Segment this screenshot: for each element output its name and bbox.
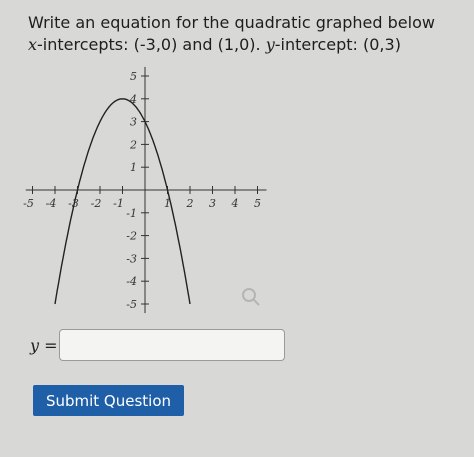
x-tick-label: -4 (46, 197, 57, 210)
x-tick-label: 3 (209, 197, 216, 210)
y-tick-label: -3 (126, 252, 137, 265)
y-tick-label: -5 (126, 298, 137, 311)
x-tick-label: -5 (23, 197, 34, 210)
x-tick-label: -1 (113, 197, 124, 210)
y-tick-label: 5 (130, 70, 137, 83)
answer-input[interactable] (59, 329, 285, 361)
answer-label: y = (30, 336, 58, 355)
magnifier-icon[interactable] (242, 288, 260, 306)
graph-axes (25, 66, 267, 314)
y-tick-label: 1 (130, 161, 137, 174)
y-tick-label: -2 (126, 230, 137, 243)
answer-variable: y (30, 336, 40, 355)
submit-question-button[interactable]: Submit Question (33, 385, 184, 416)
y-tick-label: 2 (129, 138, 137, 151)
x-tick-label: 2 (186, 197, 194, 210)
x-tick-label: 4 (231, 197, 239, 210)
x-tick-label: -2 (91, 197, 102, 210)
y-tick-label: 3 (130, 116, 137, 129)
answer-equals: = (39, 336, 58, 355)
x-tick-label: 5 (254, 197, 261, 210)
y-tick-label: -4 (126, 275, 137, 288)
y-tick-label: -1 (126, 207, 137, 220)
